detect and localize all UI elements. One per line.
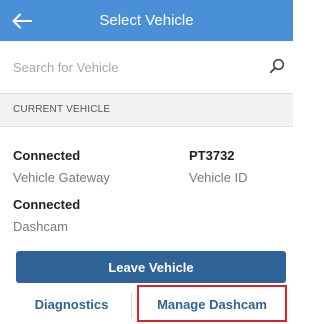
search-icon[interactable] <box>269 58 285 74</box>
dashcam-label: Dashcam <box>13 219 68 234</box>
top-app-bar: Select Vehicle <box>0 0 293 41</box>
page-title: Select Vehicle <box>99 12 194 29</box>
diagnostics-button[interactable]: Diagnostics <box>18 296 125 314</box>
action-divider <box>131 292 132 318</box>
current-vehicle-section-header: CURRENT VEHICLE <box>0 94 293 127</box>
dashcam-status: Connected <box>13 197 81 212</box>
search-bar <box>0 41 293 94</box>
vehicle-id-label: Vehicle ID <box>189 170 248 185</box>
section-label: CURRENT VEHICLE <box>13 104 111 115</box>
leave-vehicle-button[interactable]: Leave Vehicle <box>16 251 286 283</box>
search-input[interactable] <box>13 56 253 78</box>
manage-dashcam-highlight <box>137 285 287 322</box>
gateway-status: Connected <box>13 148 81 163</box>
gateway-label: Vehicle Gateway <box>13 170 110 185</box>
vehicle-id-value: PT3732 <box>189 148 235 163</box>
select-vehicle-screen: Select Vehicle CURRENT VEHICLE Connected… <box>0 0 293 324</box>
